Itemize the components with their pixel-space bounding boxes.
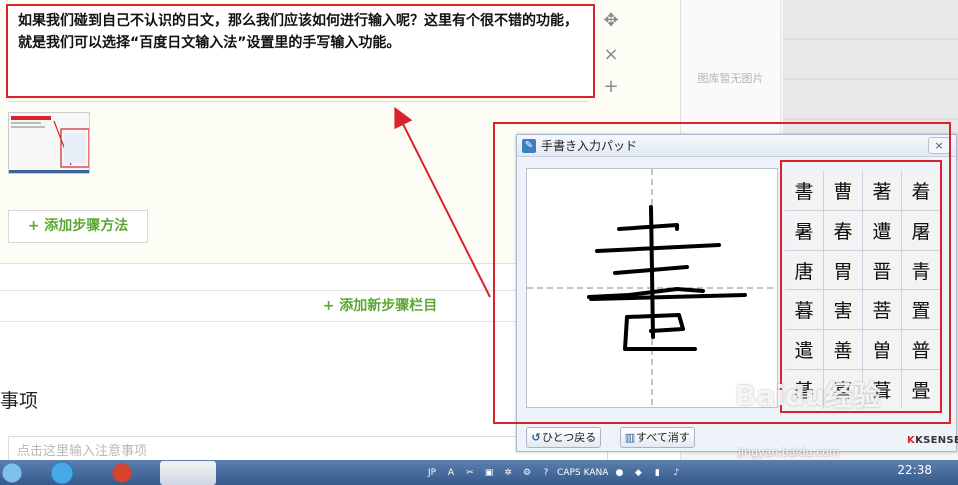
candidate-item[interactable]: 曹 <box>824 171 862 210</box>
add-icon[interactable]: + <box>600 76 622 98</box>
trash-icon: ▥ <box>624 431 636 444</box>
candidate-item[interactable]: 曽 <box>863 330 901 370</box>
add-step-button[interactable]: + 添加步骤方法 <box>8 210 148 243</box>
candidate-item[interactable]: 菩 <box>863 290 901 330</box>
window-taskbar-button[interactable] <box>160 461 216 485</box>
candidate-item[interactable]: 葺 <box>863 370 901 409</box>
pad-close-button[interactable]: × <box>928 137 950 154</box>
undo-stroke-button[interactable]: ↺ひとつ戻る <box>526 427 602 448</box>
undo-icon: ↺ <box>531 431 541 444</box>
start-button[interactable] <box>0 461 30 485</box>
candidate-item[interactable]: 屠 <box>902 210 940 250</box>
candidate-item[interactable]: 唐 <box>785 250 823 290</box>
candidate-item[interactable]: 遣 <box>785 330 823 370</box>
candidate-item[interactable]: 着 <box>902 171 940 210</box>
pen-icon: ✎ <box>522 139 536 153</box>
notes-heading: 事项 <box>0 390 39 412</box>
dictionary-icon[interactable]: ▣ <box>481 468 497 478</box>
candidate-item[interactable]: 普 <box>902 330 940 370</box>
handwriting-canvas[interactable] <box>526 168 778 408</box>
volume-icon[interactable]: ♪ <box>668 468 684 478</box>
browser-taskbar-icon[interactable] <box>40 461 84 485</box>
kana-indicator: KANA <box>583 468 609 478</box>
handwriting-pad-window: ✎ 手書き入力パッド × 書 曹 著 着 暑 春 遭 屠 唐 胃 晋 青 暮 害… <box>516 134 958 452</box>
undo-label: ひとつ戻る <box>542 431 597 444</box>
candidate-item[interactable]: 暮 <box>785 290 823 330</box>
step-image-thumbnail[interactable] <box>8 112 90 174</box>
move-icon[interactable]: ✥ <box>600 10 622 32</box>
handwritten-strokes <box>527 169 777 407</box>
candidate-item[interactable]: 青 <box>902 250 940 290</box>
close-icon[interactable]: × <box>600 44 622 66</box>
candidate-item[interactable]: 遭 <box>863 210 901 250</box>
candidate-item[interactable]: 春 <box>824 210 862 250</box>
candidate-item[interactable]: 晋 <box>863 250 901 290</box>
help-icon[interactable]: ? <box>538 468 554 478</box>
candidate-item[interactable]: 胃 <box>824 250 862 290</box>
settings-icon[interactable]: ✲ <box>500 468 516 478</box>
ksense-logo: KKSENSE <box>907 435 958 446</box>
scissors-icon[interactable]: ✂ <box>462 468 478 478</box>
clear-label: すべて消す <box>636 431 690 444</box>
candidate-item[interactable]: 害 <box>824 290 862 330</box>
candidate-item[interactable]: 書 <box>785 171 823 210</box>
caps-indicator: CAPS <box>557 468 581 478</box>
tray-app-icon[interactable]: ● <box>611 468 627 478</box>
pad-titlebar[interactable]: ✎ 手書き入力パッド × <box>517 135 956 157</box>
step-text-input[interactable]: 如果我们碰到自己不认识的日文，那么我们应该如何进行输入呢？这里有个很不错的功能，… <box>6 4 595 98</box>
candidate-item[interactable]: 善 <box>824 330 862 370</box>
tools-icon[interactable]: ⚙ <box>519 468 535 478</box>
candidate-grid: 書 曹 著 着 暑 春 遭 屠 唐 胃 晋 青 暮 害 菩 置 遣 善 曽 普 … <box>785 171 940 409</box>
candidate-item[interactable]: 著 <box>863 171 901 210</box>
tray-app-icon[interactable]: ◆ <box>630 468 646 478</box>
divider <box>8 101 588 102</box>
taskbar: JP A ✂ ▣ ✲ ⚙ ? CAPS KANA ● ◆ ▮ ♪ 22:38 <box>0 460 958 485</box>
candidate-item[interactable]: 碁 <box>785 370 823 409</box>
ime-indicator[interactable]: JP <box>424 468 440 478</box>
candidate-item[interactable]: 喜 <box>824 370 862 409</box>
candidate-item[interactable]: 暑 <box>785 210 823 250</box>
clear-all-button[interactable]: ▥すべて消す <box>620 427 695 448</box>
system-tray: JP A ✂ ▣ ✲ ⚙ ? CAPS KANA ● ◆ ▮ ♪ <box>424 462 684 484</box>
pad-title: 手書き入力パッド <box>541 139 638 153</box>
candidate-item[interactable]: 置 <box>902 290 940 330</box>
candidate-item[interactable]: 畳 <box>902 370 940 409</box>
handwriting-icon[interactable]: A <box>443 468 459 478</box>
app-taskbar-icon[interactable] <box>100 461 144 485</box>
taskbar-clock[interactable]: 22:38 <box>897 463 932 477</box>
network-icon[interactable]: ▮ <box>649 468 665 478</box>
